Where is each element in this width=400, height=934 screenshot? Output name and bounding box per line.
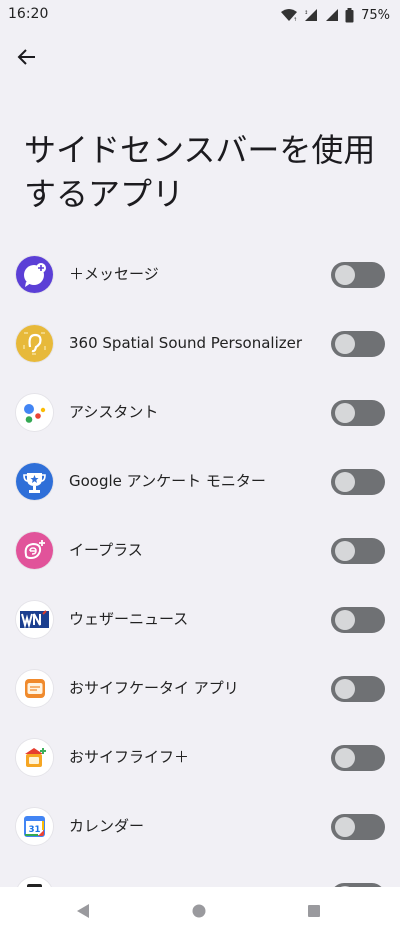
toggle-switch[interactable] bbox=[331, 331, 385, 357]
battery-percent: 75% bbox=[361, 7, 390, 23]
signal-icon-2 bbox=[324, 8, 340, 22]
toggle-knob bbox=[335, 472, 355, 492]
toggle-knob bbox=[335, 610, 355, 630]
nav-home-button[interactable] bbox=[187, 899, 211, 923]
list-item[interactable] bbox=[0, 861, 400, 890]
list-item[interactable]: イープラス bbox=[0, 516, 400, 585]
toggle-switch[interactable] bbox=[331, 538, 385, 564]
list-item[interactable]: 360 Spatial Sound Personalizer bbox=[0, 309, 400, 378]
toggle-switch[interactable] bbox=[331, 400, 385, 426]
arrow-left-icon bbox=[17, 49, 35, 65]
toggle-knob bbox=[335, 748, 355, 768]
toggle-knob bbox=[335, 265, 355, 285]
toggle-switch[interactable] bbox=[331, 676, 385, 702]
toggle-knob bbox=[335, 541, 355, 561]
status-bar: 16:20 ↑ ↕ 75% bbox=[0, 0, 400, 30]
toggle-switch[interactable] bbox=[331, 745, 385, 771]
svg-text:↕: ↕ bbox=[304, 10, 308, 16]
nav-home-icon bbox=[192, 904, 206, 918]
list-item[interactable]: おサイフケータイ アプリ bbox=[0, 654, 400, 723]
signal-icon-1: ↕ bbox=[303, 8, 319, 22]
app-label: おサイフケータイ アプリ bbox=[69, 679, 239, 697]
back-button[interactable] bbox=[10, 40, 44, 74]
list-item[interactable]: ＋メッセージ bbox=[0, 240, 400, 309]
toggle-knob bbox=[335, 334, 355, 354]
toggle-knob bbox=[335, 403, 355, 423]
list-item[interactable]: アシスタント bbox=[0, 378, 400, 447]
nav-back-button[interactable] bbox=[71, 899, 95, 923]
status-icons: ↑ ↕ 75% bbox=[280, 5, 390, 25]
weathernews-icon bbox=[16, 601, 53, 638]
toggle-switch[interactable] bbox=[331, 607, 385, 633]
svg-text:↑: ↑ bbox=[293, 17, 297, 22]
app-label: イープラス bbox=[69, 541, 143, 559]
list-item[interactable]: 31 カレンダー bbox=[0, 792, 400, 861]
plus-message-icon bbox=[16, 256, 53, 293]
toggle-knob bbox=[335, 817, 355, 837]
toggle-switch[interactable] bbox=[331, 262, 385, 288]
nav-recents-button[interactable] bbox=[302, 899, 326, 923]
calendar-icon: 31 bbox=[16, 808, 53, 845]
app-label: おサイフライフ＋ bbox=[69, 748, 190, 766]
app-label: カレンダー bbox=[69, 817, 145, 835]
nav-recents-icon bbox=[308, 905, 320, 917]
trophy-icon bbox=[16, 463, 53, 500]
app-label: 360 Spatial Sound Personalizer bbox=[69, 334, 303, 352]
eplus-icon bbox=[16, 532, 53, 569]
toggle-knob bbox=[335, 679, 355, 699]
calendar-day-text: 31 bbox=[29, 825, 41, 835]
osaifu-life-icon bbox=[16, 739, 53, 776]
battery-icon bbox=[345, 7, 354, 23]
app-label: アシスタント bbox=[69, 403, 159, 421]
app-label: ＋メッセージ bbox=[69, 265, 159, 283]
list-item[interactable]: おサイフライフ＋ bbox=[0, 723, 400, 792]
toggle-switch[interactable] bbox=[331, 814, 385, 840]
navigation-bar bbox=[0, 887, 400, 934]
page-title: サイドセンスバーを使用するアプリ bbox=[24, 131, 376, 213]
app-list: ＋メッセージ 360 Spatial Sound Personalizer アシ… bbox=[0, 240, 400, 890]
list-item[interactable]: ウェザーニュース bbox=[0, 585, 400, 654]
toggle-switch[interactable] bbox=[331, 469, 385, 495]
app-label: ウェザーニュース bbox=[69, 610, 189, 628]
ear-icon bbox=[16, 325, 53, 362]
list-item[interactable]: Google アンケート モニター bbox=[0, 447, 400, 516]
app-label: Google アンケート モニター bbox=[69, 472, 266, 490]
osaifu-keitai-icon bbox=[16, 670, 53, 707]
google-assistant-icon bbox=[16, 394, 53, 431]
status-time: 16:20 bbox=[8, 6, 49, 22]
wifi-icon: ↑ bbox=[280, 8, 298, 22]
nav-back-icon bbox=[77, 904, 89, 918]
